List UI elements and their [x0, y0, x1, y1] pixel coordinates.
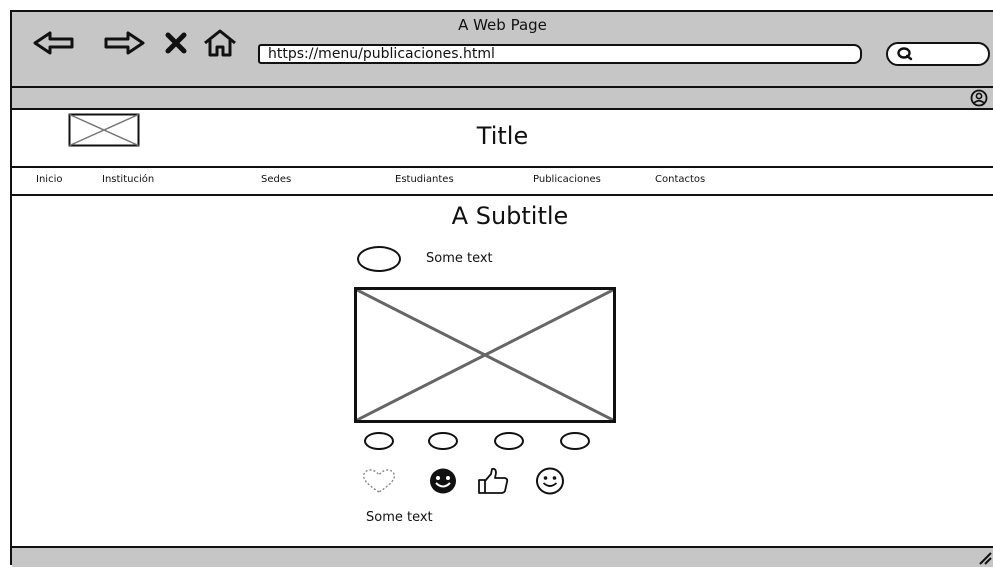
menu-item-contactos[interactable]: Contactos	[655, 174, 705, 185]
smiley-icon[interactable]	[534, 467, 566, 499]
heart-icon[interactable]	[360, 467, 398, 499]
forward-arrow-icon[interactable]	[100, 28, 148, 58]
caption-text: Some text	[366, 510, 433, 525]
close-icon[interactable]	[162, 28, 190, 58]
menu-item-inicio[interactable]: Inicio	[36, 174, 62, 185]
menu-item-sedes[interactable]: Sedes	[261, 174, 291, 185]
back-arrow-icon[interactable]	[30, 28, 78, 58]
menu-item-institucion[interactable]: Institución	[102, 174, 154, 185]
page-header: Title	[12, 110, 993, 168]
home-icon[interactable]	[200, 28, 240, 58]
menu-item-estudiantes[interactable]: Estudiantes	[395, 174, 454, 185]
carousel-dot-3[interactable]	[494, 432, 524, 450]
user-icon[interactable]	[970, 89, 988, 111]
carousel-dot-4[interactable]	[560, 432, 590, 450]
smiley-filled-icon[interactable]	[428, 467, 458, 499]
author-text: Some text	[426, 251, 493, 266]
url-field[interactable]: https://menu/publicaciones.html	[258, 44, 862, 64]
browser-toolbar	[12, 88, 993, 110]
avatar[interactable]	[357, 246, 401, 272]
thumbs-up-icon[interactable]	[476, 467, 510, 499]
main-menu: Inicio Institución Sedes Estudiantes Pub…	[12, 168, 993, 196]
resize-grip-icon[interactable]	[978, 550, 992, 569]
menu-item-publicaciones[interactable]: Publicaciones	[533, 174, 601, 185]
carousel-dot-2[interactable]	[428, 432, 458, 450]
search-field[interactable]	[886, 42, 990, 66]
post-subtitle: A Subtitle	[451, 202, 569, 230]
search-icon	[896, 46, 914, 66]
post-image[interactable]	[354, 287, 616, 423]
status-bar	[12, 546, 993, 567]
carousel-dot-1[interactable]	[364, 432, 394, 450]
page-title: Title	[476, 122, 529, 150]
window-title: A Web Page	[458, 16, 547, 34]
